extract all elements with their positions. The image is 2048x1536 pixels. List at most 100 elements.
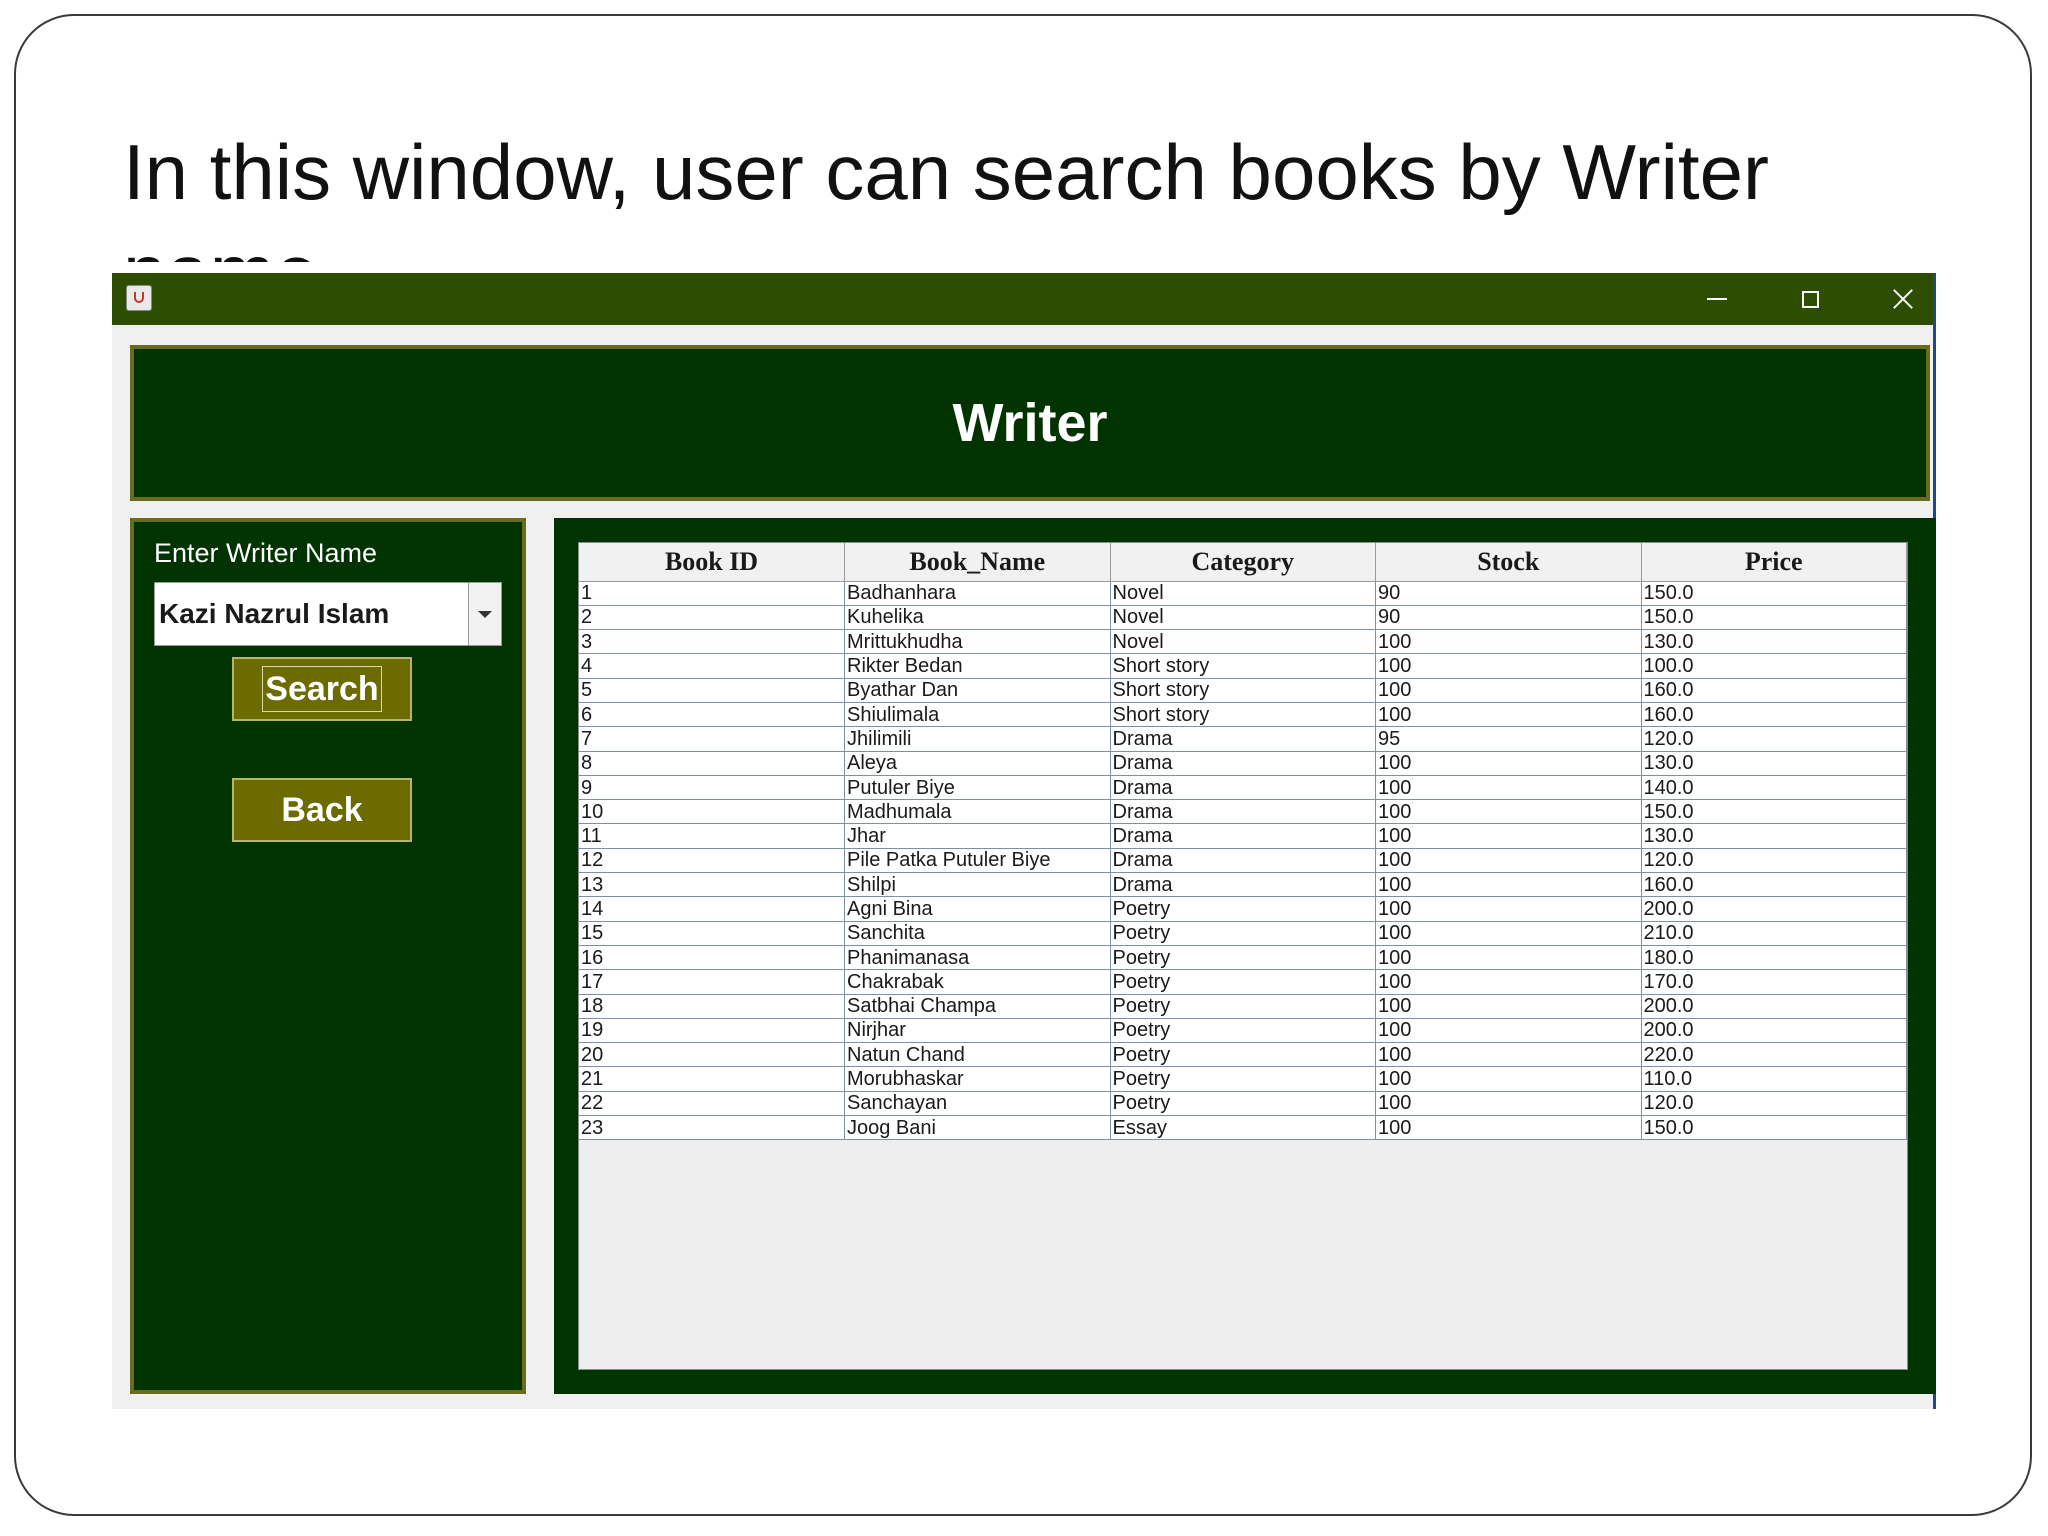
table-row[interactable]: 17 Chakrabak Poetry 100 170.0 xyxy=(579,969,1907,995)
table-row[interactable]: 2 Kuhelika Novel 90 150.0 xyxy=(579,605,1907,631)
back-button[interactable]: Back xyxy=(232,778,412,842)
table-cell: 210.0 xyxy=(1641,921,1907,946)
table-row[interactable]: 13 Shilpi Drama 100 160.0 xyxy=(579,872,1907,898)
table-cell: 150.0 xyxy=(1641,605,1907,631)
minimize-icon xyxy=(1707,298,1727,300)
column-header[interactable]: Book ID xyxy=(579,543,845,582)
table-row[interactable]: 21 Morubhaskar Poetry 100 110.0 xyxy=(579,1066,1907,1092)
table-cell: 12 xyxy=(579,848,845,874)
window-titlebar[interactable] xyxy=(112,273,1933,325)
table-row[interactable]: 12 Pile Patka Putuler Biye Drama 100 120.0 xyxy=(579,848,1907,874)
table-cell: 17 xyxy=(579,969,845,995)
table-cell: Sanchayan xyxy=(844,1091,1111,1117)
table-row[interactable]: 10 Madhumala Drama 100 150.0 xyxy=(579,799,1907,825)
table-cell: Essay xyxy=(1110,1115,1376,1141)
table-cell: Phanimanasa xyxy=(844,945,1111,971)
table-cell: 100 xyxy=(1375,921,1642,946)
table-cell: Drama xyxy=(1110,751,1376,776)
table-row[interactable]: 23 Joog Bani Essay 100 150.0 xyxy=(579,1115,1907,1141)
minimize-button[interactable] xyxy=(1672,273,1762,325)
writer-select[interactable]: Kazi Nazrul Islam xyxy=(154,582,502,646)
table-cell: 90 xyxy=(1375,581,1642,606)
table-cell: 100 xyxy=(1375,799,1642,825)
table-cell: 100 xyxy=(1375,1066,1642,1092)
table-cell: Short story xyxy=(1110,678,1376,703)
table-row[interactable]: 14 Agni Bina Poetry 100 200.0 xyxy=(579,896,1907,922)
table-cell: 8 xyxy=(579,751,845,776)
table-row[interactable]: 7 Jhilimili Drama 95 120.0 xyxy=(579,726,1907,752)
writer-label: Enter Writer Name xyxy=(154,538,378,568)
column-header[interactable]: Book_Name xyxy=(844,543,1111,582)
books-table-viewport[interactable]: Book ID Book_Name Category Stock Price 1 Badh… xyxy=(578,542,1908,1370)
table-cell: Poetry xyxy=(1110,1091,1376,1117)
table-row[interactable]: 11 Jhar Drama 100 130.0 xyxy=(579,823,1907,849)
table-cell: Joog Bani xyxy=(844,1115,1111,1141)
table-cell: Poetry xyxy=(1110,896,1376,922)
table-row[interactable]: 20 Natun Chand Poetry 100 220.0 xyxy=(579,1042,1907,1068)
table-cell: Shiulimala xyxy=(844,702,1111,728)
table-cell: Short story xyxy=(1110,653,1376,679)
slide-title: In this window, user can search books by… xyxy=(123,128,1769,262)
table-cell: 100 xyxy=(1375,1091,1642,1117)
table-cell: 100 xyxy=(1375,678,1642,703)
column-header[interactable]: Stock xyxy=(1375,543,1642,582)
table-cell: 100 xyxy=(1375,872,1642,898)
table-cell: 11 xyxy=(579,823,845,849)
table-body: 1 Badhanhara Novel 90 150.0 2 Kuhelika Novel 90 1… xyxy=(579,581,1907,1141)
table-cell: Novel xyxy=(1110,629,1376,655)
table-row[interactable]: 3 Mrittukhudha Novel 100 130.0 xyxy=(579,629,1907,655)
table-cell: Byathar Dan xyxy=(844,678,1111,703)
maximize-button[interactable] xyxy=(1765,273,1855,325)
table-row[interactable]: 5 Byathar Dan Short story 100 160.0 xyxy=(579,678,1907,703)
table-cell: Poetry xyxy=(1110,1042,1376,1068)
search-panel: Enter Writer Name Kazi Nazrul Islam Sear… xyxy=(130,518,526,1394)
table-row[interactable]: 19 Nirjhar Poetry 100 200.0 xyxy=(579,1018,1907,1044)
table-cell: 140.0 xyxy=(1641,775,1907,801)
table-cell: Drama xyxy=(1110,799,1376,825)
table-cell: 100 xyxy=(1375,653,1642,679)
table-row[interactable]: 16 Phanimanasa Poetry 100 180.0 xyxy=(579,945,1907,971)
chevron-down-icon xyxy=(478,610,492,618)
table-cell: 180.0 xyxy=(1641,945,1907,971)
table-cell: Drama xyxy=(1110,848,1376,874)
maximize-icon xyxy=(1801,290,1819,308)
table-cell: Jhilimili xyxy=(844,726,1111,752)
table-cell: Satbhai Champa xyxy=(844,994,1111,1019)
table-cell: 160.0 xyxy=(1641,872,1907,898)
table-cell: 150.0 xyxy=(1641,799,1907,825)
close-button[interactable] xyxy=(1858,273,1948,325)
column-header[interactable]: Price xyxy=(1641,543,1907,582)
table-cell: 200.0 xyxy=(1641,994,1907,1019)
table-row[interactable]: 8 Aleya Drama 100 130.0 xyxy=(579,751,1907,776)
writer-select-arrow[interactable] xyxy=(468,583,501,645)
table-cell: Morubhaskar xyxy=(844,1066,1111,1092)
table-row[interactable]: 4 Rikter Bedan Short story 100 100.0 xyxy=(579,653,1907,679)
column-header[interactable]: Category xyxy=(1110,543,1376,582)
table-cell: Mrittukhudha xyxy=(844,629,1111,655)
table-cell: 7 xyxy=(579,726,845,752)
table-cell: Poetry xyxy=(1110,994,1376,1019)
table-row[interactable]: 9 Putuler Biye Drama 100 140.0 xyxy=(579,775,1907,801)
table-cell: Agni Bina xyxy=(844,896,1111,922)
table-row[interactable]: 22 Sanchayan Poetry 100 120.0 xyxy=(579,1091,1907,1117)
books-table: Book ID Book_Name Category Stock Price 1 Badh… xyxy=(579,543,1907,1141)
table-cell: 9 xyxy=(579,775,845,801)
table-cell: 120.0 xyxy=(1641,726,1907,752)
search-button[interactable]: Search xyxy=(232,657,412,721)
table-row[interactable]: 1 Badhanhara Novel 90 150.0 xyxy=(579,581,1907,606)
header-title: Writer xyxy=(952,393,1108,453)
table-cell: 100 xyxy=(1375,1115,1642,1141)
table-cell: 14 xyxy=(579,896,845,922)
table-cell: Poetry xyxy=(1110,1018,1376,1044)
table-cell: Drama xyxy=(1110,775,1376,801)
table-cell: 20 xyxy=(579,1042,845,1068)
table-cell: 1 xyxy=(579,581,845,606)
table-row[interactable]: 18 Satbhai Champa Poetry 100 200.0 xyxy=(579,994,1907,1019)
table-cell: 22 xyxy=(579,1091,845,1117)
table-header-row: Book ID Book_Name Category Stock Price xyxy=(579,543,1907,582)
table-cell: 100 xyxy=(1375,848,1642,874)
table-row[interactable]: 6 Shiulimala Short story 100 160.0 xyxy=(579,702,1907,728)
table-row[interactable]: 15 Sanchita Poetry 100 210.0 xyxy=(579,921,1907,946)
table-cell: Short story xyxy=(1110,702,1376,728)
table-cell: Natun Chand xyxy=(844,1042,1111,1068)
